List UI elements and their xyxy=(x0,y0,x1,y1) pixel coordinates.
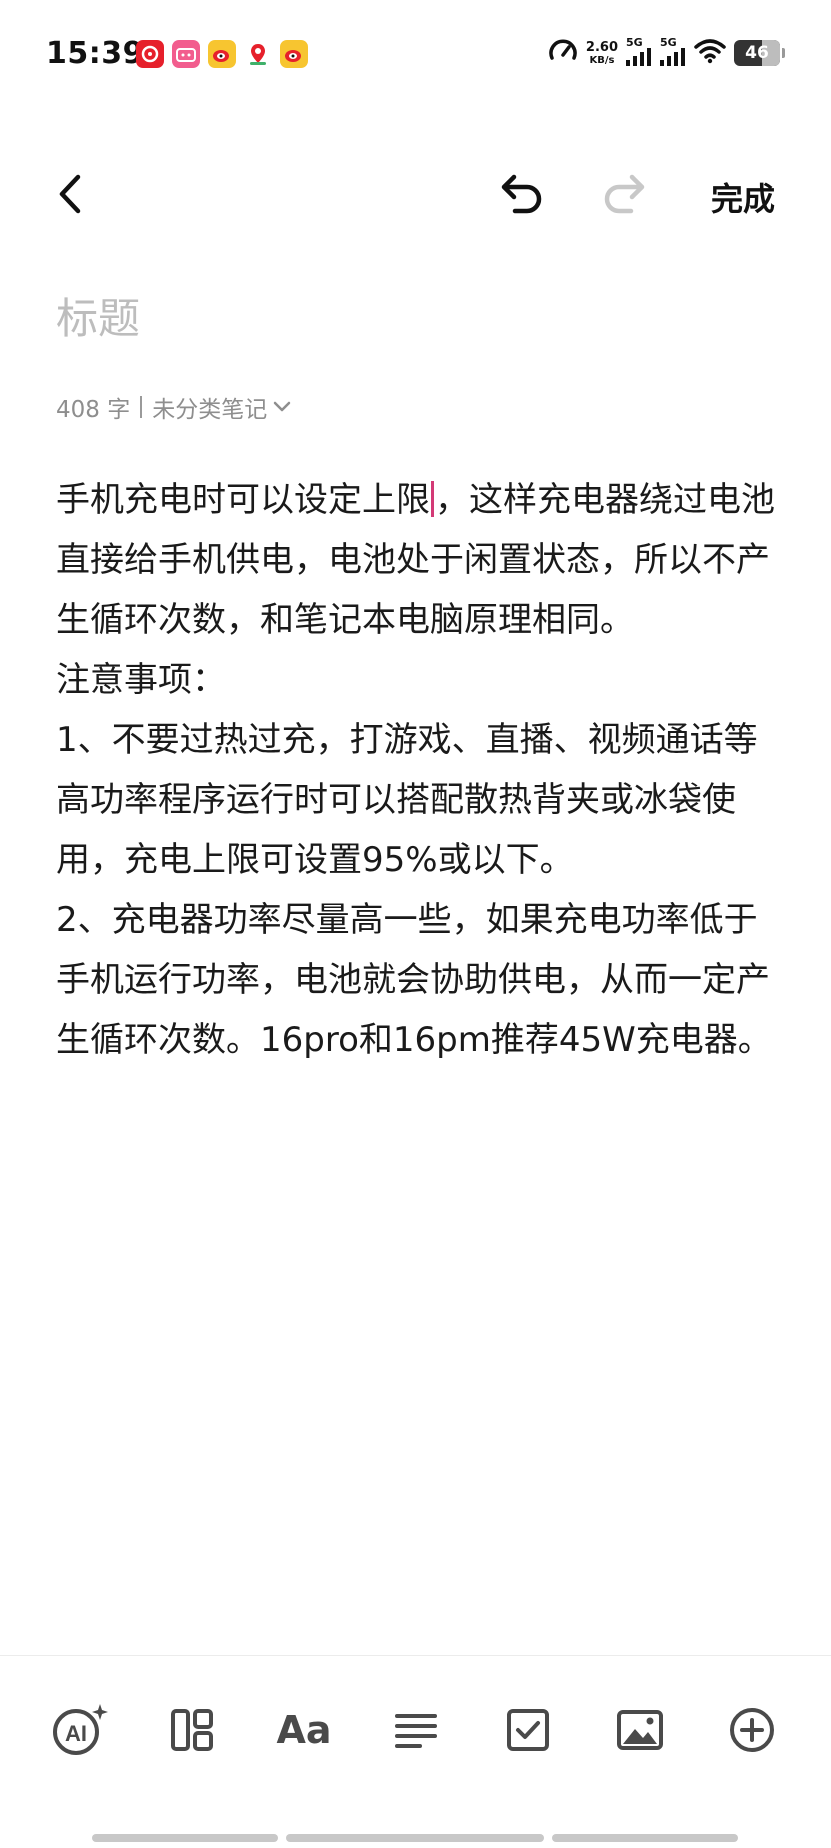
paragraph-align-button[interactable] xyxy=(376,1690,456,1770)
paragraph-1: 手机充电时可以设定上限 ，这样充电器绕过电池直接给手机供电，电池处于闲置状态，所以… xyxy=(56,480,775,640)
list-item-2: 2、充电器功率尽量高一些，如果充电功率低于手机运行功率，电池就会协助供电，从而一… xyxy=(56,900,772,1060)
cell-signal-2: 5G xyxy=(660,37,686,70)
undo-icon xyxy=(501,174,542,214)
category-selector[interactable]: 未分类笔记 xyxy=(152,390,291,424)
status-bar: 15:39 2.60 KB/s 5G 5G 46 xyxy=(0,0,831,110)
cell-signal-1: 5G xyxy=(626,37,652,70)
layout-template-button[interactable] xyxy=(152,1690,232,1770)
align-left-icon xyxy=(395,1714,437,1748)
note-meta: 408 字 未分类笔记 xyxy=(56,390,291,424)
status-indicators: 2.60 KB/s 5G 5G 46 xyxy=(548,36,785,70)
meta-divider xyxy=(140,396,143,418)
map-pin-icon xyxy=(244,40,272,68)
home-indicator-segment xyxy=(286,1834,544,1842)
text-caret xyxy=(431,481,434,517)
insert-image-button[interactable] xyxy=(600,1690,680,1770)
plus-circle-icon xyxy=(730,1708,774,1752)
text-style-button[interactable]: Aa xyxy=(264,1690,344,1770)
redo-icon xyxy=(604,174,645,214)
toolbar-divider xyxy=(0,1655,831,1656)
home-indicator-segment xyxy=(92,1834,278,1842)
done-button[interactable]: 完成 xyxy=(711,174,775,220)
signal-bars-icon xyxy=(660,47,686,70)
list-item-1: 1、不要过热过充，打游戏、直播、视频通话等高功率程序运行时可以搭配散热背夹或冰袋… xyxy=(56,720,758,880)
battery-cap xyxy=(782,48,785,58)
bilibili-icon xyxy=(172,40,200,68)
battery-icon: 46 xyxy=(734,40,780,66)
ai-label: AI xyxy=(65,1721,87,1746)
layout-grid-icon xyxy=(171,1709,213,1751)
speedometer-icon xyxy=(548,36,578,70)
text-style-icon: Aa xyxy=(276,1708,332,1752)
netease-music-icon xyxy=(136,40,164,68)
word-count: 408 字 xyxy=(56,397,131,423)
signal-bars-icon xyxy=(626,47,652,70)
home-indicator-segment xyxy=(552,1834,738,1842)
category-label: 未分类笔记 xyxy=(152,397,268,423)
net-speed: 2.60 KB/s xyxy=(585,39,618,66)
image-icon xyxy=(617,1710,663,1750)
bottom-toolbar: AI Aa xyxy=(0,1690,831,1770)
chevron-down-icon xyxy=(273,401,291,412)
status-time: 15:39 xyxy=(46,36,144,71)
redo-button[interactable] xyxy=(596,164,656,224)
checkbox-icon xyxy=(507,1709,549,1751)
weibo-icon xyxy=(280,40,308,68)
title-input[interactable] xyxy=(56,294,756,343)
back-button[interactable] xyxy=(44,164,94,224)
wifi-icon xyxy=(694,38,726,68)
ai-sparkle-icon: AI xyxy=(53,1704,108,1755)
insert-more-button[interactable] xyxy=(712,1690,792,1770)
chevron-left-icon xyxy=(59,174,81,214)
note-body-editor[interactable]: 手机充电时可以设定上限 ，这样充电器绕过电池直接给手机供电，电池处于闲置状态，所以… xyxy=(56,470,786,1070)
checklist-button[interactable] xyxy=(488,1690,568,1770)
ai-assistant-button[interactable]: AI xyxy=(40,1690,120,1770)
notes-heading: 注意事项： xyxy=(56,660,226,700)
undo-button[interactable] xyxy=(490,164,550,224)
weibo-icon xyxy=(208,40,236,68)
